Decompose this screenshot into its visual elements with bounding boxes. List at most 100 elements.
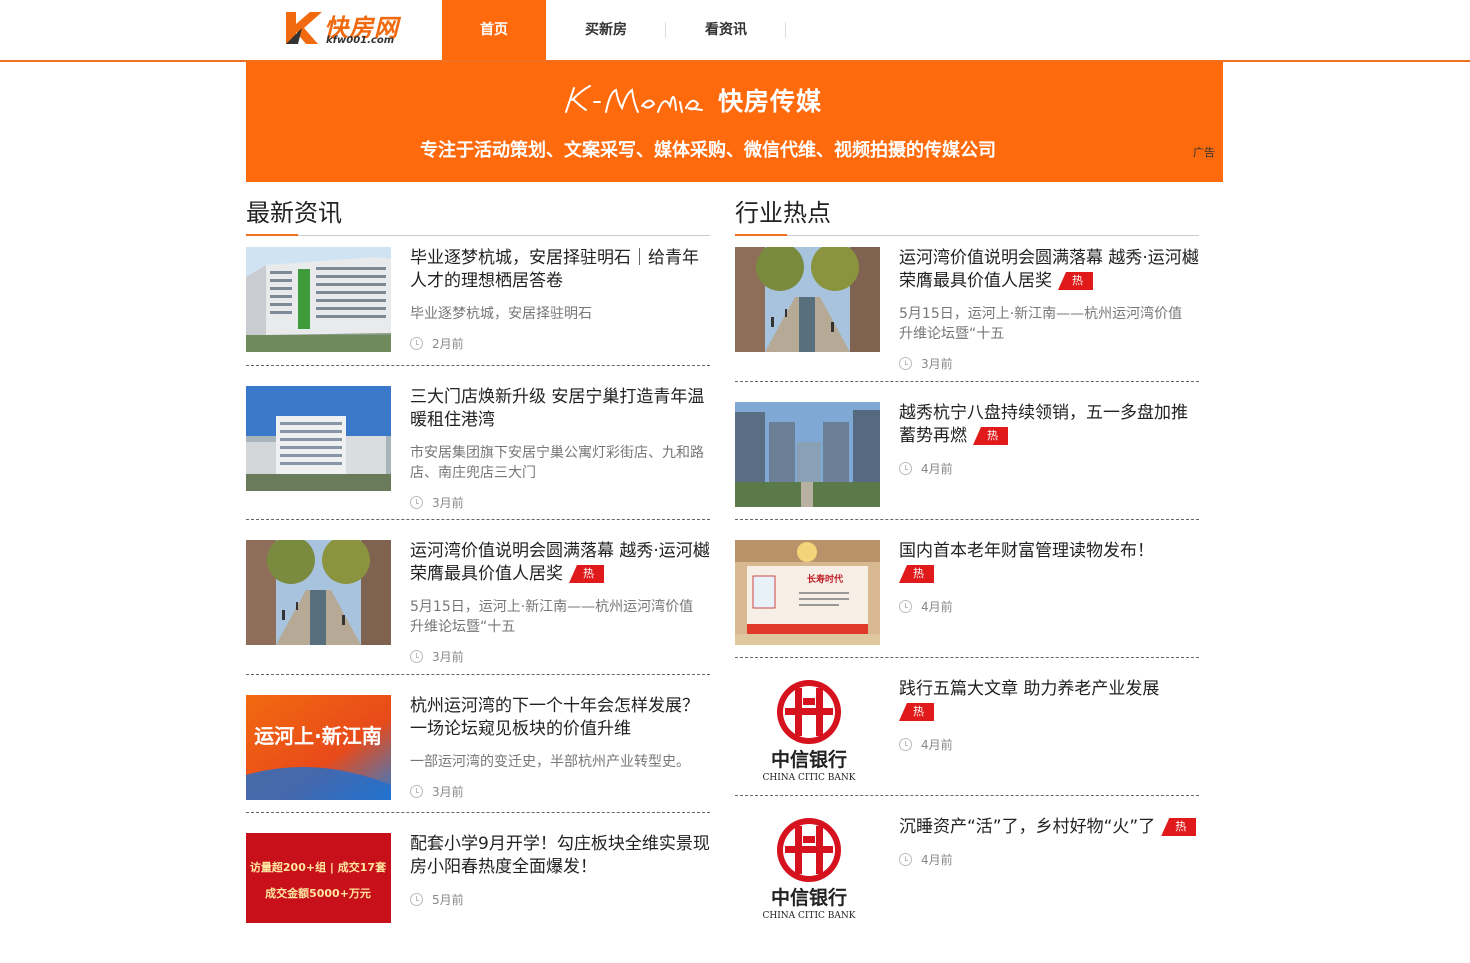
clock-icon <box>410 785 423 798</box>
news-item[interactable]: 长寿时代 国内首本老年财富管理读物发布！ 热 4月前 <box>735 540 1199 658</box>
news-thumbnail[interactable] <box>246 247 391 352</box>
news-summary: 毕业逐梦杭城，安居择驻明石 <box>410 306 592 322</box>
main-nav: 首页 买新房 看资讯 <box>442 0 786 60</box>
nav-new-homes-label: 买新房 <box>585 22 627 38</box>
clock-icon <box>410 650 423 663</box>
nav-news[interactable]: 看资讯 <box>666 0 786 60</box>
clock-icon <box>410 893 423 906</box>
news-time: 5月前 <box>410 892 464 908</box>
news-title-text: 践行五篇大文章 助力养老产业发展 <box>899 679 1160 699</box>
section-heading: 最新资讯 <box>246 196 710 236</box>
clock-icon <box>410 337 423 350</box>
news-time-text: 4月前 <box>921 853 953 867</box>
k-logo-icon <box>286 12 322 44</box>
news-title-text: 毕业逐梦杭城，安居择驻明石｜给青年人才的理想栖居答卷 <box>410 248 699 291</box>
bank-name-cn: 中信银行 <box>771 886 847 909</box>
news-time: 4月前 <box>899 461 953 477</box>
news-time-text: 4月前 <box>921 738 953 752</box>
news-title-text: 国内首本老年财富管理读物发布！ <box>899 541 1154 561</box>
clock-icon <box>899 738 912 751</box>
news-time: 4月前 <box>899 737 953 753</box>
news-time: 3月前 <box>410 784 464 800</box>
news-time: 2月前 <box>410 336 464 352</box>
news-title[interactable]: 杭州运河湾的下一个十年会怎样发展？一场论坛窥见板块的价值升维 <box>410 695 710 741</box>
news-item[interactable]: 越秀杭宁八盘持续领销，五一多盘加推蓄势再燃热 4月前 <box>735 402 1199 520</box>
news-time-text: 3月前 <box>432 496 464 510</box>
news-time: 4月前 <box>899 852 953 868</box>
news-time: 4月前 <box>899 599 953 615</box>
screen-text: 长寿时代 <box>807 573 843 585</box>
news-time: 3月前 <box>899 356 953 372</box>
news-title[interactable]: 毕业逐梦杭城，安居择驻明石｜给青年人才的理想栖居答卷 <box>410 247 710 293</box>
news-time-text: 3月前 <box>432 650 464 664</box>
ad-label: 广告 <box>1193 146 1215 159</box>
news-title[interactable]: 配套小学9月开学！勾庄板块全维实景现房小阳春热度全面爆发！ <box>410 833 710 879</box>
nav-divider <box>785 22 786 38</box>
news-thumbnail[interactable] <box>735 247 880 352</box>
hot-badge: 热 <box>973 427 1008 445</box>
hot-badge: 热 <box>1058 272 1093 290</box>
news-thumbnail[interactable] <box>246 386 391 491</box>
news-title-text: 越秀杭宁八盘持续领销，五一多盘加推蓄势再燃 <box>899 403 1188 446</box>
news-title[interactable]: 运河湾价值说明会圆满落幕 越秀·运河樾荣膺最具价值人居奖热 <box>410 540 710 586</box>
news-item[interactable]: 访量超200+组 | 成交17套 成交金额5000+万元 配套小学9月开学！勾庄… <box>246 833 710 963</box>
site-header: 快房网 kfw001.com 首页 买新房 看资讯 <box>0 0 1470 62</box>
news-thumbnail[interactable]: 运河上·新江南 <box>246 695 391 800</box>
news-thumbnail[interactable]: 访量超200+组 | 成交17套 成交金额5000+万元 <box>246 833 391 923</box>
logo-domain: kfw001.com <box>326 35 395 46</box>
nav-news-label: 看资讯 <box>705 22 747 38</box>
nav-new-homes[interactable]: 买新房 <box>546 0 666 60</box>
section-heading: 行业热点 <box>735 196 1199 236</box>
news-item[interactable]: 中信银行 CHINA CITIC BANK 践行五篇大文章 助力养老产业发展热 … <box>735 678 1199 796</box>
news-time-text: 4月前 <box>921 600 953 614</box>
poster-line-1: 访量超200+组 | 成交17套 <box>250 860 387 874</box>
kmedia-script-logo <box>565 85 703 113</box>
news-time-text: 3月前 <box>432 785 464 799</box>
ad-banner[interactable]: 快房传媒 专注于活动策划、文案采写、媒体采购、微信代维、视频拍摄的传媒公司 广告 <box>246 62 1223 182</box>
news-summary: 5月15日，运河上·新江南——杭州运河湾价值升维论坛暨“十五 <box>410 599 694 635</box>
clock-icon <box>899 600 912 613</box>
news-item[interactable]: 运河上·新江南 杭州运河湾的下一个十年会怎样发展？一场论坛窥见板块的价值升维 一… <box>246 695 710 813</box>
news-thumbnail[interactable]: 中信银行 CHINA CITIC BANK <box>735 816 880 921</box>
news-summary: 市安居集团旗下安居宁巢公寓灯彩街店、九和路店、南庄兜店三大门 <box>410 445 704 481</box>
news-item[interactable]: 三大门店焕新升级 安居宁巢打造青年温暖租住港湾 市安居集团旗下安居宁巢公寓灯彩街… <box>246 386 710 520</box>
nav-home[interactable]: 首页 <box>442 0 546 60</box>
bank-name-cn: 中信银行 <box>771 748 847 771</box>
news-summary: 一部运河湾的变迁史，半部杭州产业转型史。 <box>410 754 690 770</box>
poster-text: 运河上·新江南 <box>254 724 382 748</box>
news-time-text: 2月前 <box>432 337 464 351</box>
news-time: 3月前 <box>410 649 464 665</box>
news-title[interactable]: 运河湾价值说明会圆满落幕 越秀·运河樾荣膺最具价值人居奖热 <box>899 247 1199 293</box>
news-time-text: 4月前 <box>921 462 953 476</box>
bank-name-en: CHINA CITIC BANK <box>763 773 856 783</box>
news-title[interactable]: 国内首本老年财富管理读物发布！ 热 <box>899 540 1199 586</box>
news-thumbnail[interactable] <box>246 540 391 645</box>
news-time-text: 3月前 <box>921 357 953 371</box>
news-summary: 5月15日，运河上·新江南——杭州运河湾价值升维论坛暨“十五 <box>899 306 1183 342</box>
news-title[interactable]: 三大门店焕新升级 安居宁巢打造青年温暖租住港湾 <box>410 386 710 432</box>
news-title[interactable]: 沉睡资产“活”了，乡村好物“火”了热 <box>899 816 1199 839</box>
news-title-text: 配套小学9月开学！勾庄板块全维实景现房小阳春热度全面爆发！ <box>410 834 710 877</box>
news-thumbnail[interactable]: 中信银行 CHINA CITIC BANK <box>735 678 880 783</box>
bank-name-en: CHINA CITIC BANK <box>763 911 856 921</box>
news-thumbnail[interactable]: 长寿时代 <box>735 540 880 645</box>
news-item[interactable]: 运河湾价值说明会圆满落幕 越秀·运河樾荣膺最具价值人居奖热 5月15日，运河上·… <box>246 540 710 675</box>
hot-badge: 热 <box>899 703 934 721</box>
news-item[interactable]: 毕业逐梦杭城，安居择驻明石｜给青年人才的理想栖居答卷 毕业逐梦杭城，安居择驻明石… <box>246 247 710 366</box>
news-title[interactable]: 践行五篇大文章 助力养老产业发展热 <box>899 678 1199 724</box>
banner-title: 快房传媒 <box>718 87 823 116</box>
news-time: 3月前 <box>410 495 464 511</box>
news-item[interactable]: 中信银行 CHINA CITIC BANK 沉睡资产“活”了，乡村好物“火”了热… <box>735 816 1199 926</box>
news-item[interactable]: 运河湾价值说明会圆满落幕 越秀·运河樾荣膺最具价值人居奖热 5月15日，运河上·… <box>735 247 1199 382</box>
news-thumbnail[interactable] <box>735 402 880 507</box>
latest-news-section: 最新资讯 毕业逐梦杭城，安居择驻明石｜给青年人才的理想栖居答卷 毕业逐梦杭城，安… <box>246 196 710 923</box>
site-logo[interactable]: 快房网 kfw001.com <box>284 10 408 48</box>
news-title-text: 运河湾价值说明会圆满落幕 越秀·运河樾荣膺最具价值人居奖 <box>410 541 710 584</box>
news-title[interactable]: 越秀杭宁八盘持续领销，五一多盘加推蓄势再燃热 <box>899 402 1199 448</box>
news-title-text: 沉睡资产“活”了，乡村好物“火”了 <box>899 817 1156 837</box>
clock-icon <box>899 853 912 866</box>
banner-slogan: 专注于活动策划、文案采写、媒体采购、微信代维、视频拍摄的传媒公司 <box>420 140 996 161</box>
clock-icon <box>899 462 912 475</box>
news-title-text: 三大门店焕新升级 安居宁巢打造青年温暖租住港湾 <box>410 387 705 430</box>
hot-badge: 热 <box>569 565 604 583</box>
